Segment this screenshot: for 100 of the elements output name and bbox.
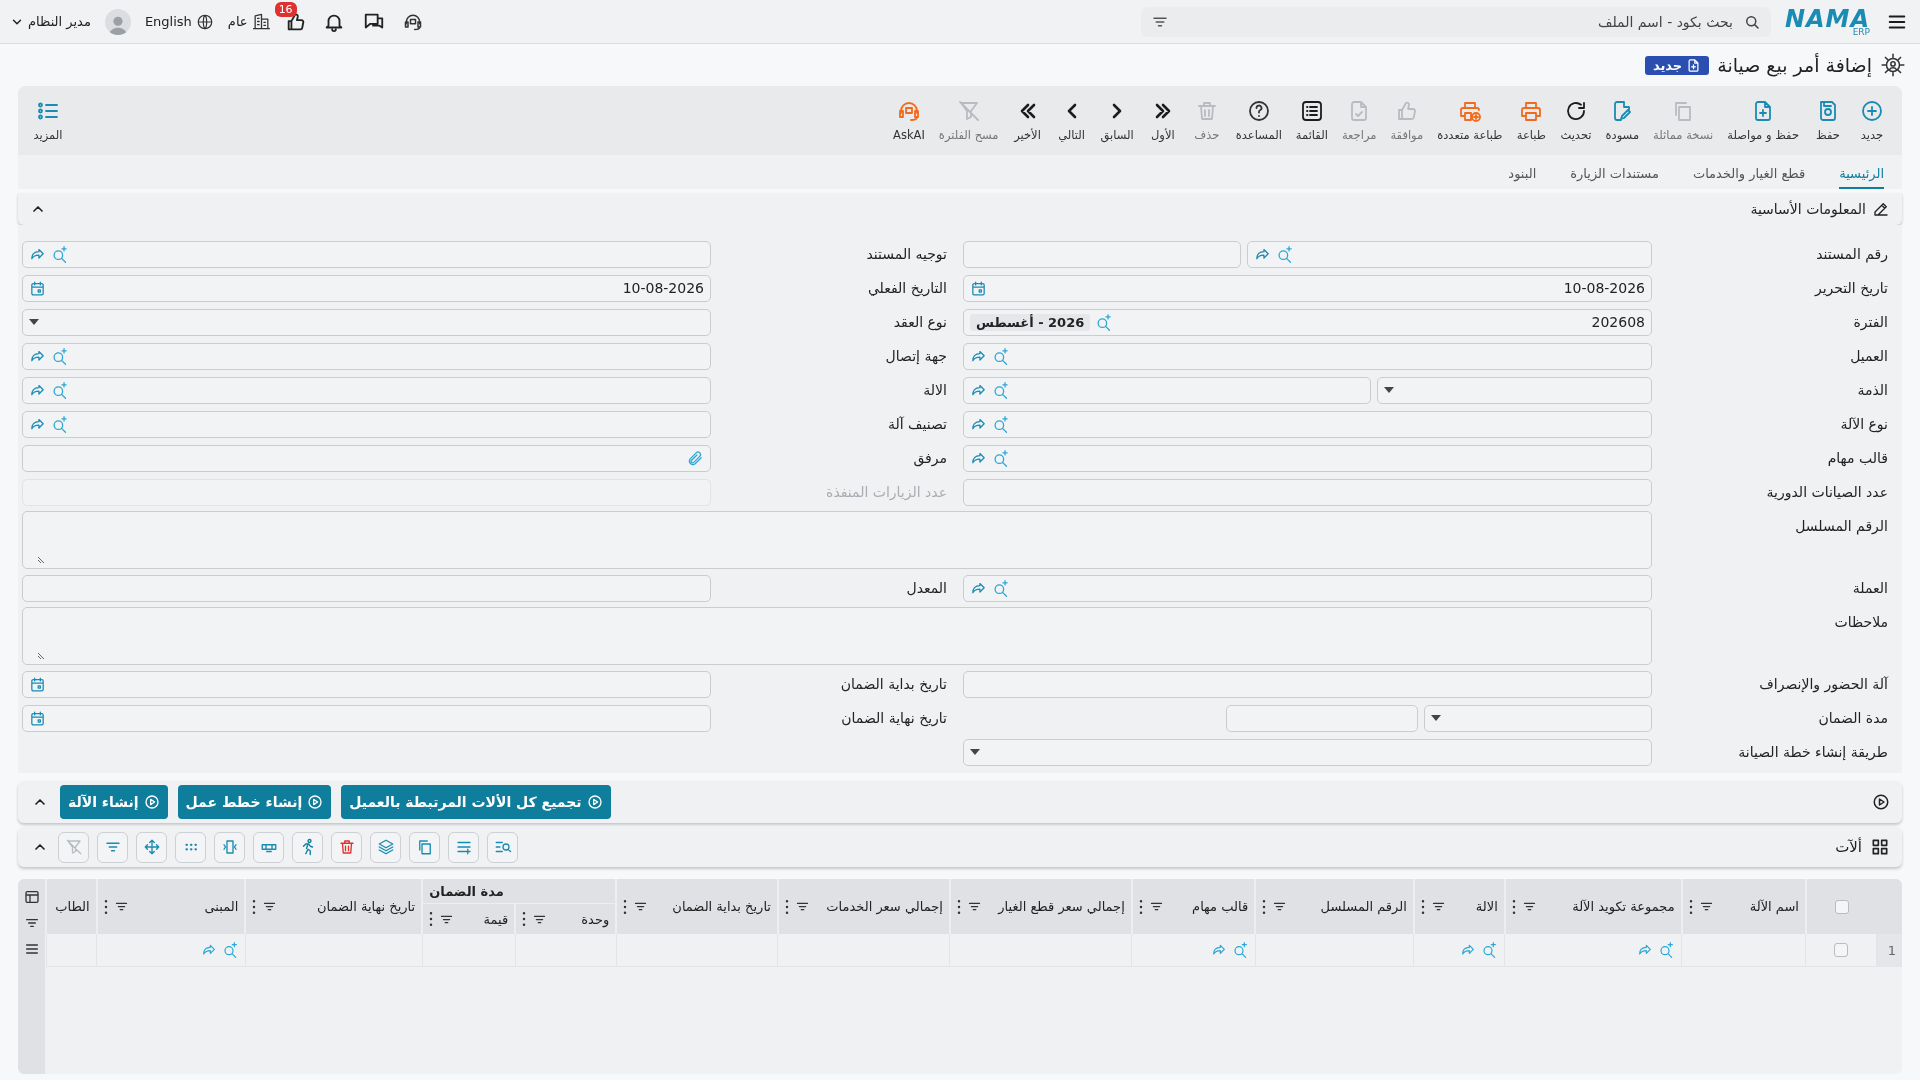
kebab-icon[interactable] (956, 899, 961, 914)
kebab-icon[interactable] (623, 899, 628, 914)
input-field[interactable] (963, 574, 1652, 602)
input-field[interactable] (22, 376, 711, 404)
gear-icon (1880, 52, 1906, 78)
input-field[interactable]: 10-08-2026 (22, 274, 711, 302)
headset-icon (896, 99, 921, 123)
kebab-icon[interactable] (1511, 899, 1516, 914)
kebab-icon[interactable] (1420, 899, 1425, 914)
input-field[interactable] (22, 444, 711, 472)
input-field[interactable] (22, 670, 711, 698)
input-field[interactable] (22, 607, 1652, 665)
column-header[interactable]: قالب مهام (1169, 899, 1249, 914)
lookup-icon (52, 415, 69, 433)
field-label: آلة الحضور والإنصراف (1758, 675, 1890, 695)
search-field[interactable]: بحث بكود - اسم الملف (1176, 12, 1735, 31)
kebab-icon[interactable] (1138, 899, 1143, 914)
column-header[interactable]: المبنى (134, 899, 239, 914)
toolbar-button[interactable]: حفظ (1806, 99, 1850, 142)
tool-button[interactable] (331, 831, 362, 863)
tab[interactable]: الرئيسية (1839, 166, 1884, 189)
input-field[interactable] (963, 670, 1652, 698)
section-header[interactable]: المعلومات الأساسية (18, 193, 1902, 225)
input-field[interactable] (963, 240, 1241, 268)
toolbar-button[interactable]: التالي (1049, 99, 1094, 142)
tool-button[interactable] (214, 831, 245, 863)
input-field[interactable] (963, 342, 1652, 370)
field-label: الرقم المسلسل (1794, 517, 1889, 537)
column-header[interactable]: الرقم المسلسل (1293, 899, 1407, 914)
tool-button[interactable] (136, 831, 167, 863)
kebab-icon[interactable] (522, 912, 527, 926)
kebab-icon[interactable] (252, 899, 257, 914)
more-button[interactable]: المزيد (26, 99, 70, 142)
language-label[interactable]: English (144, 14, 192, 29)
search-bar[interactable]: بحث بكود - اسم الملف (1140, 6, 1771, 37)
tab[interactable]: البنود (1508, 166, 1537, 189)
toolbar-button[interactable]: جديد (1850, 99, 1894, 142)
input-field[interactable] (22, 410, 711, 438)
toolbar-button[interactable]: AskAI (886, 99, 932, 142)
kebab-icon[interactable] (103, 899, 108, 914)
kebab-icon[interactable] (1262, 899, 1267, 914)
toolbar-button[interactable]: حفظ و مواصلة (1720, 99, 1806, 142)
kebab-icon[interactable] (1688, 899, 1693, 914)
column-header[interactable]: اسم الآلة (1719, 899, 1799, 914)
toolbar-button[interactable]: المساعدة (1228, 99, 1289, 142)
grid-icon (1870, 837, 1890, 857)
tool-button[interactable] (409, 831, 440, 863)
toolbar-button[interactable]: الأخير (1005, 99, 1050, 142)
toolbar-button[interactable]: طباعة (1509, 99, 1554, 142)
toolbar-button[interactable]: تحديث (1553, 99, 1599, 142)
toolbar-button[interactable]: طباعة متعددة (1430, 99, 1510, 142)
share-icon (200, 942, 217, 958)
input-field[interactable] (963, 444, 1652, 472)
input-field[interactable] (963, 478, 1652, 506)
company-name[interactable]: عام (227, 14, 248, 29)
tab[interactable]: قطع الغيار والخدمات (1692, 166, 1806, 189)
input-field[interactable] (22, 342, 711, 370)
kebab-icon[interactable] (785, 899, 789, 914)
user-name[interactable]: مدير النظام (28, 14, 91, 29)
input-field[interactable] (22, 511, 1652, 569)
input-field[interactable]: 10-08-2026 (963, 274, 1652, 302)
input-field[interactable] (22, 704, 711, 732)
input-field[interactable] (22, 308, 711, 336)
checkbox[interactable] (1834, 899, 1849, 914)
tool-button[interactable] (253, 831, 284, 863)
toolbar-button[interactable]: السابق (1093, 99, 1141, 142)
input-field[interactable] (1226, 704, 1418, 732)
tool-button[interactable] (487, 831, 518, 863)
input-field[interactable] (1377, 376, 1652, 404)
input-field[interactable] (963, 376, 1371, 404)
column-header[interactable]: الالة (1451, 899, 1498, 914)
action-button[interactable]: تجميع كل الألات المرتبطة بالعميل (341, 785, 611, 819)
tool-button[interactable] (97, 831, 128, 863)
action-button[interactable]: إنشاء خطط عمل (177, 785, 332, 819)
tool-button[interactable] (292, 831, 323, 863)
tool-button[interactable] (175, 831, 206, 863)
input-field[interactable] (963, 738, 1652, 766)
input-field[interactable] (22, 574, 711, 602)
input-field[interactable] (1247, 240, 1652, 268)
resize-handle-icon[interactable] (37, 652, 45, 660)
toolbar-button[interactable]: القائمة (1288, 99, 1335, 142)
column-header[interactable]: تاريخ بداية الضمان (654, 899, 771, 914)
input-field[interactable] (1424, 704, 1652, 732)
input-field[interactable] (963, 410, 1652, 438)
lookup-icon (1482, 942, 1499, 958)
resize-handle-icon[interactable] (37, 556, 45, 564)
column-header[interactable]: الطاب (53, 899, 90, 914)
input-field[interactable] (22, 240, 711, 268)
trash-icon (337, 838, 356, 856)
toolbar-button[interactable]: مسودة (1598, 99, 1647, 142)
tool-button[interactable] (448, 831, 479, 863)
tool-button[interactable] (370, 831, 401, 863)
avatar-icon[interactable] (104, 8, 131, 35)
kebab-icon[interactable] (429, 912, 434, 926)
tab[interactable]: مستندات الزيارة (1570, 166, 1659, 189)
toolbar-button[interactable]: الأول (1140, 99, 1185, 142)
lookup-icon (1096, 313, 1114, 331)
field-label: المعدل (905, 579, 948, 598)
action-button[interactable]: إنشاء الآلة (60, 785, 168, 819)
checkbox[interactable] (1834, 943, 1849, 957)
